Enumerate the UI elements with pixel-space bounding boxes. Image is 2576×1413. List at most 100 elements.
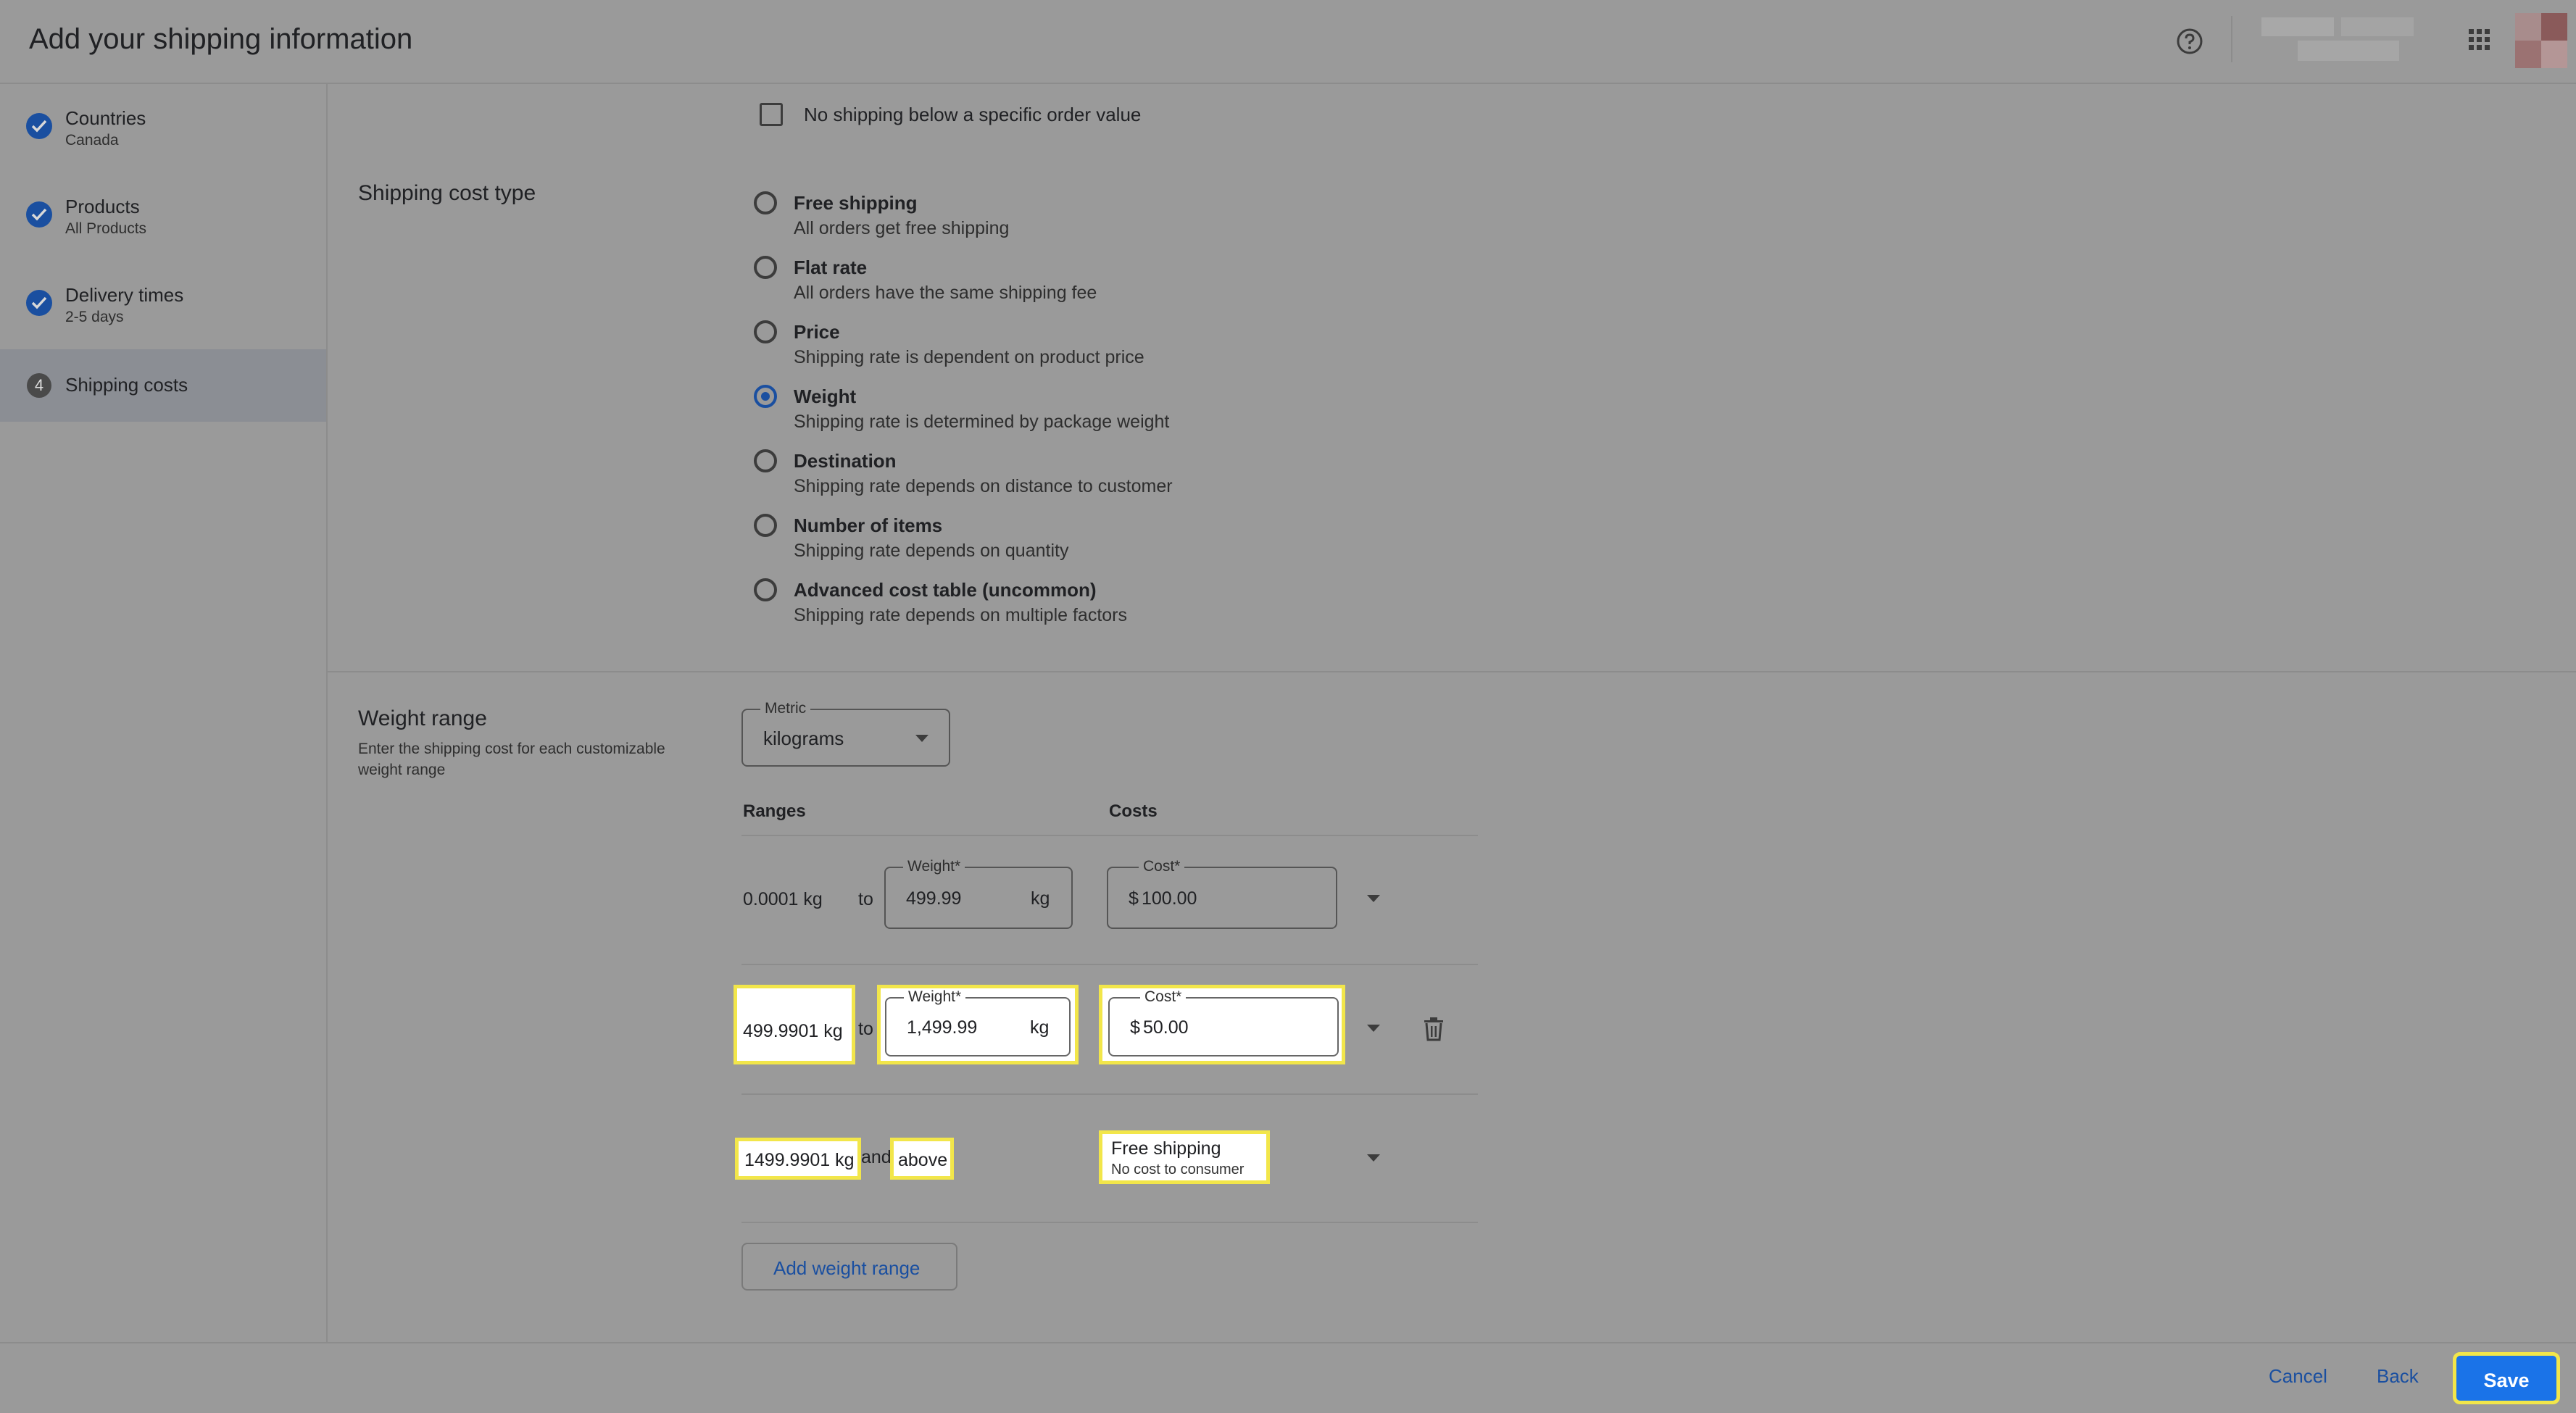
divider [2231,16,2232,62]
cost-input[interactable]: Cost* $ 50.00 [1108,988,1339,1056]
table-divider [741,835,1478,836]
cost-type-radio-group: Free shipping All orders get free shippi… [747,188,1254,652]
weight-range-description: Enter the shipping cost for each customi… [358,741,665,757]
option-title: Flat rate [794,257,868,278]
step-sidebar: Countries Canada Products All Products D… [0,84,328,1342]
radio-option-destination[interactable]: Destination Shipping rate depends on dis… [747,446,1254,504]
radio-option-flat-rate[interactable]: Flat rate All orders have the same shipp… [747,253,1254,311]
weight-input-highlight: Weight* 1,499.99 kg [877,985,1079,1064]
range-and-word: and [861,1147,892,1167]
option-title: Number of items [794,514,943,536]
range-to-word: to [858,1019,873,1039]
range-from-highlight: 499.9901 kg [734,985,855,1064]
metric-select-value: kilograms [763,728,844,749]
cancel-button[interactable]: Cancel [2269,1365,2327,1388]
radio-option-advanced-cost-table[interactable]: Advanced cost table (uncommon) Shipping … [747,575,1254,633]
radio-button[interactable] [754,256,777,279]
cost-dropdown-arrow-icon[interactable] [1367,1154,1380,1162]
weight-input-label: Weight* [904,988,966,1006]
weight-input-value: 1,499.99 [907,1017,978,1038]
weight-unit: kg [1030,1017,1050,1038]
metric-select-label: Metric [760,700,811,717]
range-from-value: 1499.9901 kg [744,1150,855,1170]
check-circle-icon [26,113,52,139]
step-countries[interactable]: Countries Canada [0,84,326,171]
step-sublabel: Canada [65,132,119,149]
check-circle-icon [26,201,52,228]
avatar[interactable] [2515,13,2567,68]
row-divider [741,1222,1478,1223]
cost-input-value: 100.00 [1142,888,1197,909]
range-from-value: 0.0001 kg [743,889,823,909]
add-weight-range-label: Add weight range [773,1257,921,1279]
option-description: All orders get free shipping [794,218,1010,238]
footer-bar: Cancel Back Save [0,1342,2576,1413]
step-products[interactable]: Products All Products [0,172,326,259]
delete-trash-icon[interactable] [1423,1017,1445,1045]
range-to-word: to [858,889,873,909]
range-from-highlight: 1499.9901 kg [735,1138,861,1180]
section-divider [328,671,2576,672]
top-bar: Add your shipping information [0,0,2576,84]
cost-input-value: 50.00 [1143,1017,1189,1038]
row-divider [741,964,1478,965]
cost-dropdown-arrow-icon[interactable] [1367,1025,1380,1032]
radio-option-free-shipping[interactable]: Free shipping All orders get free shippi… [747,188,1254,246]
step-label: Shipping costs [65,374,188,396]
help-icon[interactable] [2176,28,2203,59]
option-description: Shipping rate is dependent on product pr… [794,347,1144,367]
dropdown-arrow-icon [915,735,928,742]
step-label: Delivery times [65,284,184,306]
above-highlight: above [890,1138,954,1180]
min-order-label: No shipping below a specific order value [804,104,1142,125]
currency-symbol: $ [1129,888,1139,909]
option-title: Free shipping [794,192,918,214]
radio-button[interactable] [754,514,777,537]
check-circle-icon [26,290,52,316]
radio-button[interactable] [754,191,777,214]
option-title: Destination [794,450,897,472]
option-title: Advanced cost table (uncommon) [794,579,1097,601]
range-above-word: above [898,1150,948,1170]
option-title: Price [794,321,840,343]
radio-button[interactable] [754,320,777,343]
radio-option-price[interactable]: Price Shipping rate is dependent on prod… [747,317,1254,375]
step-number-badge: 4 [27,373,51,398]
cost-input[interactable]: Cost* $ 100.00 [1107,858,1337,929]
radio-button-selected[interactable] [754,385,777,408]
back-button[interactable]: Back [2377,1365,2419,1388]
step-sublabel: 2-5 days [65,309,124,325]
apps-grid-icon[interactable] [2467,28,2492,56]
option-title: Weight [794,385,857,407]
min-order-checkbox[interactable] [760,103,783,126]
section-heading-cost-type: Shipping cost type [358,181,536,205]
weight-range-description-line2: weight range [358,762,446,778]
option-description: All orders have the same shipping fee [794,283,1097,303]
radio-option-weight[interactable]: Weight Shipping rate is determined by pa… [747,382,1254,440]
option-description: Shipping rate depends on distance to cus… [794,476,1173,496]
column-header-ranges: Ranges [743,801,806,821]
metric-select[interactable]: Metric kilograms [741,700,950,767]
option-description: Shipping rate depends on multiple factor… [794,605,1128,625]
weight-input[interactable]: Weight* 499.99 kg [884,858,1073,929]
option-description: Shipping rate depends on quantity [794,541,1069,561]
section-heading-weight-range: Weight range [358,706,487,730]
radio-button[interactable] [754,578,777,601]
cost-dropdown-arrow-icon[interactable] [1367,895,1380,902]
weight-unit: kg [1031,888,1050,909]
add-weight-range-button[interactable]: Add weight range [741,1243,957,1291]
radio-button[interactable] [754,449,777,472]
weight-input-value: 499.99 [906,888,962,909]
cost-title: Free shipping [1111,1138,1221,1159]
weight-input[interactable]: Weight* 1,499.99 kg [885,988,1071,1056]
step-label: Countries [65,107,146,129]
cost-input-highlight: Cost* $ 50.00 [1099,985,1345,1064]
free-shipping-cost-highlight[interactable]: Free shipping No cost to consumer [1099,1130,1270,1184]
step-shipping-costs[interactable]: 4 Shipping costs [0,349,326,422]
account-info-blurred [2261,14,2421,67]
step-delivery-times[interactable]: Delivery times 2-5 days [0,261,326,348]
cost-description: No cost to consumer [1111,1162,1245,1178]
save-button[interactable]: Save [2453,1352,2560,1404]
radio-option-number-of-items[interactable]: Number of items Shipping rate depends on… [747,511,1254,569]
save-button-label: Save [2483,1370,2530,1391]
